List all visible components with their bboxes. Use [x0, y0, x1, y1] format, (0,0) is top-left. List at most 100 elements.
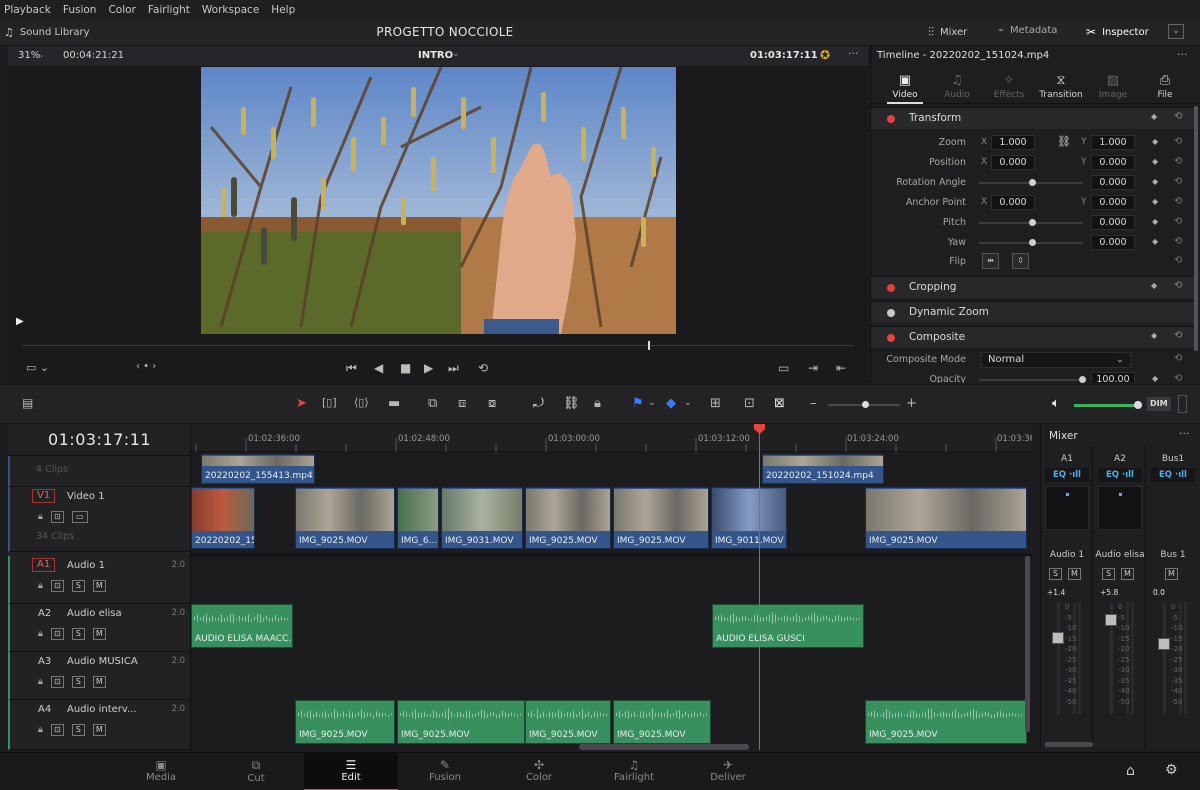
lock-icon[interactable]: 🔒︎: [38, 725, 43, 735]
reverse-play-icon[interactable]: ◀: [374, 361, 383, 375]
eq-button[interactable]: EQ ·ıll: [1151, 468, 1195, 482]
section-cropping[interactable]: Cropping ◆ ⟲: [871, 276, 1194, 298]
opacity-field[interactable]: 100.00: [1091, 372, 1135, 383]
selection-tool-icon[interactable]: ➤: [296, 396, 307, 411]
reset-icon[interactable]: ⟲: [1174, 280, 1182, 291]
timeline-audio-clip[interactable]: IMG_9025.MOV: [865, 700, 1027, 744]
mark-in-icon[interactable]: ⇤: [836, 361, 846, 375]
stop-icon[interactable]: ■: [400, 361, 411, 375]
reset-icon[interactable]: ⟲: [1174, 353, 1182, 364]
mark-out-icon[interactable]: ⇥: [808, 361, 818, 375]
pitch-field[interactable]: 0.000: [1091, 215, 1135, 230]
eq-button[interactable]: EQ ·ıll: [1045, 468, 1089, 482]
keyframe-diamond-icon[interactable]: ◆: [1151, 331, 1157, 340]
keyframe-diamond-icon[interactable]: ◆: [1151, 281, 1157, 290]
solo-button[interactable]: S: [71, 676, 85, 688]
tab-video[interactable]: ▣ Video: [879, 70, 931, 104]
reset-icon[interactable]: ⟲: [1174, 136, 1182, 147]
anchor-y-field[interactable]: 0.000: [1091, 195, 1135, 210]
keyframe-diamond-icon[interactable]: ◆: [1152, 374, 1158, 383]
anchor-x-field[interactable]: 0.000: [991, 195, 1035, 210]
track-v1-id[interactable]: V1: [32, 489, 56, 503]
cropping-enable-icon[interactable]: [887, 284, 895, 292]
fader-cap[interactable]: [1105, 614, 1117, 626]
reset-icon[interactable]: ⟲: [1174, 111, 1182, 122]
auto-select-icon[interactable]: ⊡: [50, 628, 64, 640]
solo-button[interactable]: S: [71, 628, 85, 640]
timeline-audio-clip[interactable]: IMG_9025.MOV: [525, 700, 611, 744]
flag-icon[interactable]: ⚑: [632, 396, 644, 411]
auto-select-icon[interactable]: ⊡: [50, 676, 64, 688]
auto-select-icon[interactable]: ⊡: [50, 511, 64, 523]
dynamic-zoom-enable-icon[interactable]: [887, 309, 895, 317]
solo-button[interactable]: S: [71, 580, 85, 592]
timeline-audio-clip[interactable]: AUDIO ELISA MAACC...: [191, 604, 293, 648]
keyframe-diamond-icon[interactable]: ◆: [1152, 137, 1158, 146]
zoom-x-field[interactable]: 1.000: [991, 135, 1035, 150]
blade-tool-icon[interactable]: ▬: [388, 396, 400, 411]
opacity-slider[interactable]: [979, 376, 1086, 383]
timeline-ruler[interactable]: 01:02:36:00 01:02:48:00 01:03:00:00 01:0…: [191, 424, 1032, 452]
section-dynamic-zoom[interactable]: Dynamic Zoom: [871, 301, 1194, 323]
slider-knob[interactable]: [1029, 219, 1036, 226]
page-fusion[interactable]: ✎ Fusion: [398, 753, 492, 790]
track-a1-id[interactable]: A1: [32, 558, 56, 572]
timeline-vertical-scrollbar[interactable]: [1025, 556, 1030, 732]
keyframe-diamond-icon[interactable]: ◆: [1152, 237, 1158, 246]
timeline-audio-clip[interactable]: IMG_9025.MOV: [295, 700, 395, 744]
mute-button[interactable]: M: [92, 676, 106, 688]
timeline-zoom-slider[interactable]: [828, 401, 900, 408]
track-a3-name[interactable]: Audio MUSICA: [67, 656, 138, 667]
tab-image[interactable]: ▨ Image: [1087, 70, 1139, 104]
timeline-timecode[interactable]: 01:03:17:11: [8, 424, 191, 456]
section-composite[interactable]: Composite ◆ ⟲: [871, 326, 1194, 348]
keyframe-diamond-icon[interactable]: ◆: [1151, 112, 1157, 121]
linked-selection-icon[interactable]: ⛓: [563, 396, 580, 411]
more-options-icon[interactable]: ···: [848, 47, 859, 60]
mute-button[interactable]: M: [1165, 568, 1178, 580]
viewer-play-indicator-icon[interactable]: ▶: [16, 316, 24, 327]
yaw-field[interactable]: 0.000: [1091, 235, 1135, 250]
position-y-field[interactable]: 0.000: [1091, 155, 1135, 170]
audio-meter-icon[interactable]: [1178, 395, 1187, 413]
solo-button[interactable]: S: [1049, 568, 1062, 580]
channel-fader[interactable]: 0 -5 -10 -15 -20 -25 -30 -35 -40 -50: [1155, 602, 1191, 714]
slider-knob[interactable]: [1029, 179, 1036, 186]
timeline-audio-clip[interactable]: IMG_9025.MOV: [613, 700, 711, 744]
speaker-icon[interactable]: 🔈︎: [1052, 396, 1060, 411]
solo-button[interactable]: S: [1102, 568, 1115, 580]
page-deliver[interactable]: ✈ Deliver: [681, 753, 775, 790]
mixer-scrollbar[interactable]: [1045, 742, 1093, 747]
timeline-horizontal-scrollbar[interactable]: [579, 744, 749, 750]
lock-icon[interactable]: 🔒︎: [38, 512, 43, 522]
dim-button[interactable]: DIM: [1147, 397, 1171, 411]
yaw-slider[interactable]: [979, 239, 1083, 246]
keyframe-diamond-icon[interactable]: ◆: [1152, 217, 1158, 226]
rotation-slider[interactable]: [979, 179, 1083, 186]
zoom-out-icon[interactable]: –: [810, 396, 817, 411]
lock-icon[interactable]: 🔒︎: [38, 629, 43, 639]
volume-knob[interactable]: [1134, 401, 1142, 409]
track-a2-name[interactable]: Audio elisa: [67, 608, 122, 619]
track-a3-id[interactable]: A3: [38, 656, 51, 667]
page-media[interactable]: ▣ Media: [114, 753, 208, 790]
tab-effects[interactable]: ✧ Effects: [983, 70, 1035, 104]
inspector-toggle-button[interactable]: ✂ Inspector: [1086, 25, 1149, 39]
track-a1-name[interactable]: Audio 1: [67, 560, 105, 571]
timeline-clip[interactable]: IMG_9025.MOV: [295, 487, 395, 549]
match-frame-icon[interactable]: ▭: [778, 361, 789, 375]
insert-clip-icon[interactable]: ⧉: [428, 396, 437, 411]
fader-cap[interactable]: [1052, 632, 1064, 644]
timeline-clip[interactable]: IMG_9031.MOV: [441, 487, 523, 549]
mute-button[interactable]: M: [92, 580, 106, 592]
skip-back-icon[interactable]: ⏮: [346, 361, 357, 376]
overwrite-clip-icon[interactable]: ⧈: [458, 396, 466, 411]
snapping-icon[interactable]: ⤾: [533, 396, 544, 411]
mixer-more-icon[interactable]: ···: [1179, 427, 1190, 440]
track-enable-icon[interactable]: ▭: [71, 511, 88, 523]
auto-select-icon[interactable]: ⊡: [50, 724, 64, 736]
timeline-clip[interactable]: 20220202_151024.mp4: [762, 454, 884, 484]
zoom-y-field[interactable]: 1.000: [1091, 135, 1135, 150]
skip-forward-icon[interactable]: ⏭: [448, 361, 459, 376]
reset-icon[interactable]: ⟲: [1174, 176, 1182, 187]
